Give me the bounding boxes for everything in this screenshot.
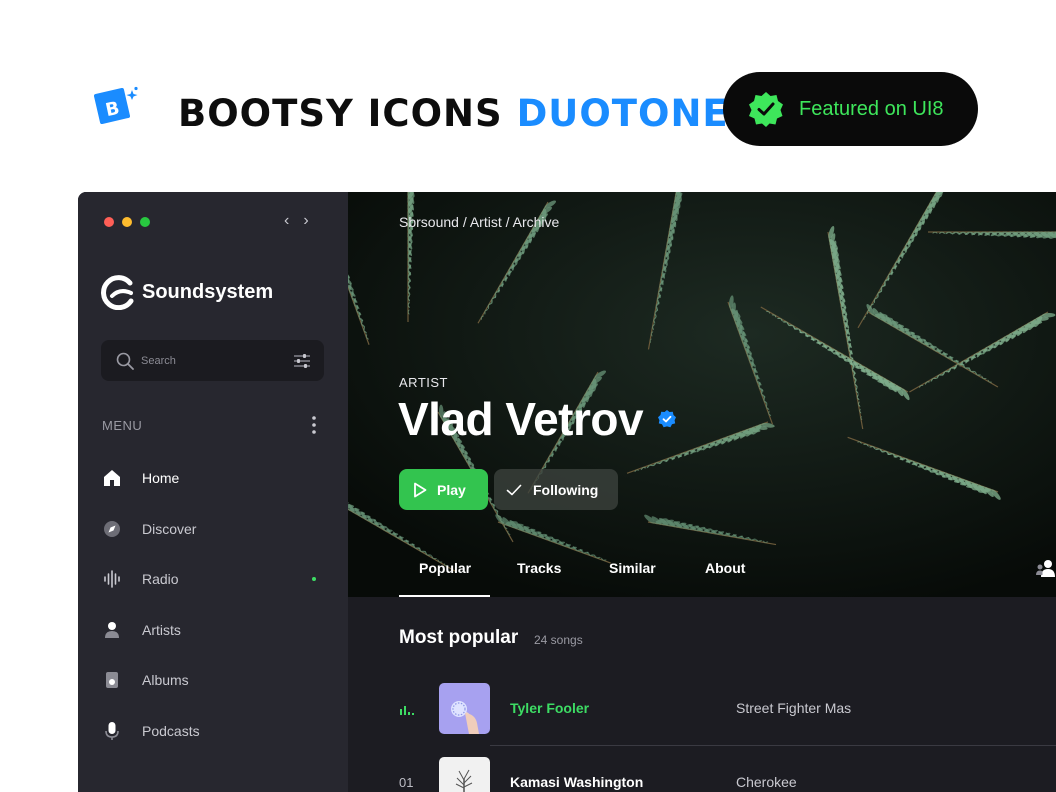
song-row[interactable]: Tyler Fooler Street Fighter Mas xyxy=(399,683,1056,735)
maximize-window-button[interactable] xyxy=(140,217,150,227)
home-icon xyxy=(104,470,120,486)
brand-title: BOOTSY ICONS DUOTONE xyxy=(178,92,729,135)
artist-name: Vlad Vetrov xyxy=(398,392,677,446)
featured-label: Featured on UI8 xyxy=(799,97,944,120)
bootsy-logo-icon: B xyxy=(94,86,138,124)
verified-badge-icon xyxy=(658,410,677,428)
breadcrumb: Sbrsound / Artist / Archive xyxy=(399,214,560,230)
live-indicator xyxy=(312,577,316,581)
following-button[interactable]: Following xyxy=(494,469,618,510)
artist-name-text: Vlad Vetrov xyxy=(398,393,644,445)
minimize-window-button[interactable] xyxy=(122,217,132,227)
sidebar-item-albums[interactable]: Albums xyxy=(102,664,322,696)
following-label: Following xyxy=(533,481,599,498)
song-title: Kamasi Washington xyxy=(510,774,644,790)
history-nav: ‹ › xyxy=(284,212,309,230)
app-logo[interactable]: Soundsystem xyxy=(100,274,273,310)
song-title: Tyler Fooler xyxy=(510,700,590,716)
microphone-icon xyxy=(105,722,119,740)
equalizer-playing-icon xyxy=(400,706,414,715)
artist-hero: Sbrsound / Artist / Archive ARTIST Vlad … xyxy=(348,192,1056,597)
chevron-left-icon[interactable]: ‹ xyxy=(284,212,289,230)
sidebar-item-label: Artists xyxy=(142,622,181,638)
sidebar-item-label: Podcasts xyxy=(142,723,200,739)
search-icon xyxy=(116,352,134,370)
song-album: Street Fighter Mas xyxy=(736,700,852,716)
play-icon xyxy=(414,482,427,497)
sidebar-item-home[interactable]: Home xyxy=(102,462,322,494)
row-divider xyxy=(490,745,1056,746)
sidebar-item-label: Home xyxy=(142,470,180,486)
search-input[interactable] xyxy=(141,354,281,367)
close-window-button[interactable] xyxy=(104,217,114,227)
sidebar-item-podcasts[interactable]: Podcasts xyxy=(102,715,322,747)
sidebar-item-radio[interactable]: Radio xyxy=(102,563,322,595)
play-button[interactable]: Play xyxy=(399,469,488,510)
user-icon xyxy=(105,622,119,638)
compass-icon xyxy=(104,521,120,537)
main-content: Sbrsound / Artist / Archive ARTIST Vlad … xyxy=(348,192,1056,792)
song-album: Cherokee xyxy=(736,774,797,790)
album-icon xyxy=(106,672,118,688)
sidebar-item-label: Albums xyxy=(142,672,189,688)
sidebar-item-artists[interactable]: Artists xyxy=(102,614,322,646)
artist-tabs: Popular Tracks Similar About xyxy=(399,560,1056,597)
menu-label: MENU xyxy=(102,418,143,433)
app-name: Soundsystem xyxy=(142,280,274,303)
sidebar-item-discover[interactable]: Discover xyxy=(102,513,322,545)
check-icon xyxy=(506,484,522,495)
song-row[interactable]: 01 Kamasi Washington Cherokee xyxy=(399,757,1056,792)
song-cover-image xyxy=(439,757,490,792)
soundsystem-logo-icon xyxy=(101,275,134,310)
tab-similar[interactable]: Similar xyxy=(609,560,656,576)
tab-tracks[interactable]: Tracks xyxy=(517,560,561,576)
waveform-icon xyxy=(104,570,120,588)
song-number: 01 xyxy=(399,775,414,790)
section-title: Most popular xyxy=(399,627,519,648)
featured-badge[interactable]: Featured on UI8 xyxy=(723,72,978,146)
song-count: 24 songs xyxy=(534,633,583,647)
filter-sliders-icon[interactable] xyxy=(292,351,312,371)
chevron-right-icon[interactable]: › xyxy=(303,212,308,230)
active-tab-indicator xyxy=(399,595,490,597)
user-group-icon[interactable] xyxy=(1036,558,1056,578)
brand-title-accent: DUOTONE xyxy=(516,92,729,135)
tab-popular[interactable]: Popular xyxy=(419,560,471,576)
page: B BOOTSY ICONS DUOTONE Featured on UI8 ‹… xyxy=(0,0,1056,792)
search-box xyxy=(101,340,324,381)
artist-type-label: ARTIST xyxy=(399,375,448,390)
sidebar-item-label: Radio xyxy=(142,571,179,587)
window-controls xyxy=(104,217,150,227)
sidebar: ‹ › Soundsystem Search MENU Home Discove… xyxy=(78,192,348,792)
song-cover-image xyxy=(439,683,490,734)
brand-title-main: BOOTSY ICONS xyxy=(178,92,503,135)
verified-seal-icon xyxy=(749,92,783,127)
app-window: ‹ › Soundsystem Search MENU Home Discove… xyxy=(78,192,1056,792)
play-label: Play xyxy=(437,481,466,498)
tab-about[interactable]: About xyxy=(705,560,745,576)
sidebar-item-label: Discover xyxy=(142,521,197,537)
more-vertical-icon[interactable] xyxy=(310,414,318,436)
